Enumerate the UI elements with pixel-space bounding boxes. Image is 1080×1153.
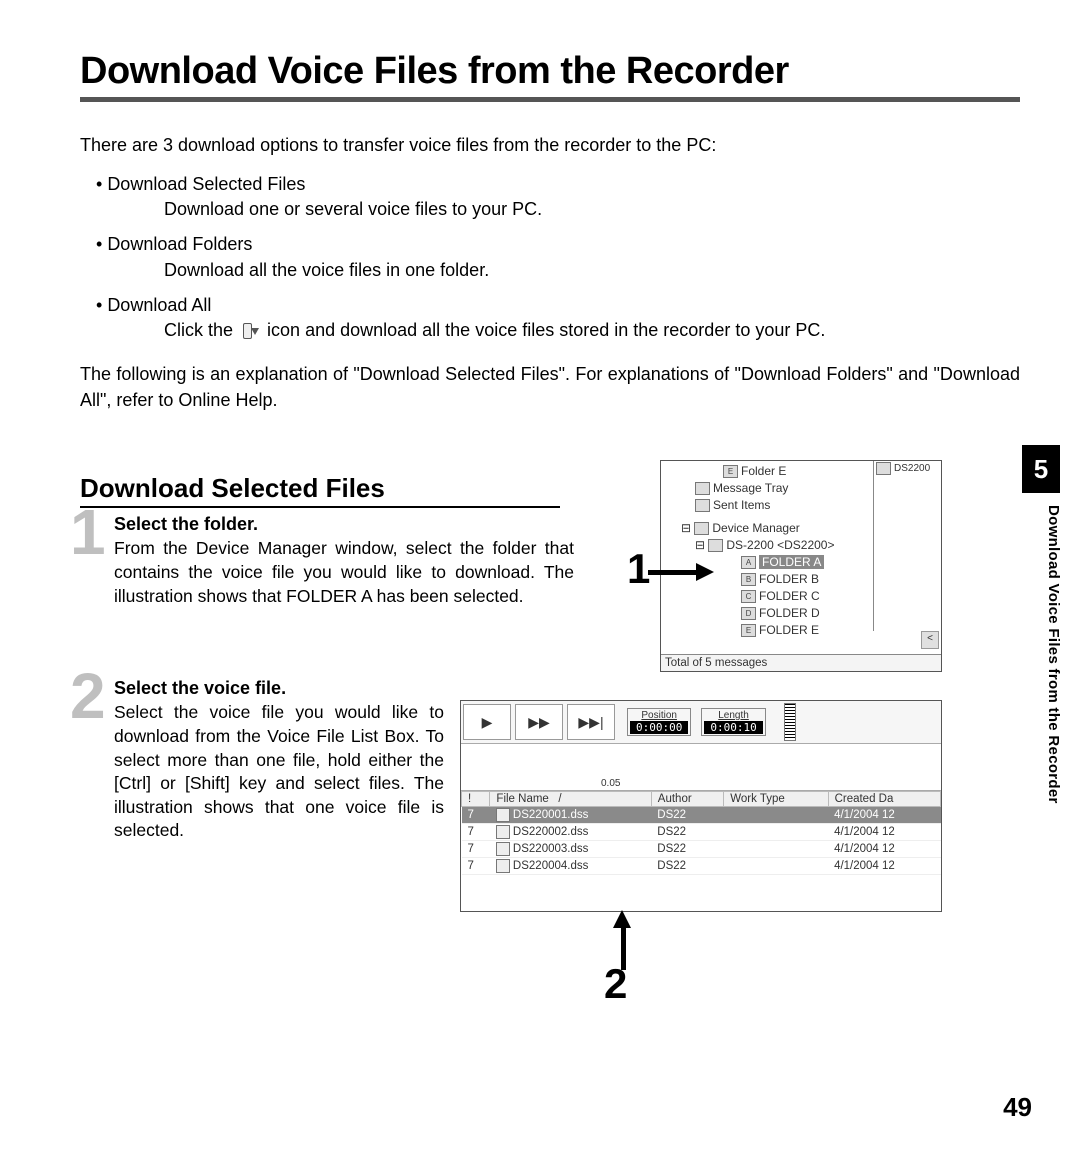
cell-priority: 7 xyxy=(462,858,490,875)
cell-created: 4/1/2004 12 xyxy=(828,841,940,858)
option-selected-files: Download Selected Files Download one or … xyxy=(96,172,1020,222)
side-running-title: Download Voice Files from the Recorder xyxy=(1045,505,1062,804)
option-title: Download Folders xyxy=(96,234,252,254)
step-text: Select the voice file you would like to … xyxy=(114,701,444,843)
option-title: Download All xyxy=(96,295,211,315)
option-folders: Download Folders Download all the voice … xyxy=(96,232,1020,282)
folder-icon: D xyxy=(741,607,756,620)
page-number: 49 xyxy=(1003,1092,1032,1123)
cell-author: DS22 xyxy=(651,841,723,858)
step-title: Select the folder. xyxy=(114,514,1020,535)
download-all-icon xyxy=(242,323,258,339)
cell-filename: DS220003.dss xyxy=(490,841,651,858)
intro-text: There are 3 download options to transfer… xyxy=(80,132,1020,158)
section-divider xyxy=(80,506,560,508)
step-title: Select the voice file. xyxy=(114,678,1020,699)
cell-worktype xyxy=(724,841,828,858)
audio-file-icon xyxy=(496,842,510,856)
sent-icon xyxy=(695,499,710,512)
table-row[interactable]: 7 DS220003.dss DS22 4/1/2004 12 xyxy=(462,841,941,858)
cell-worktype xyxy=(724,858,828,875)
scroll-left-button[interactable]: < xyxy=(921,631,939,649)
step-2: 2 Select the voice file. Select the voic… xyxy=(80,678,1020,843)
page-title: Download Voice Files from the Recorder xyxy=(80,50,1020,93)
tree-label: Sent Items xyxy=(713,498,770,512)
right-pane-label: DS2200 xyxy=(894,463,930,474)
options-list: Download Selected Files Download one or … xyxy=(80,172,1020,343)
status-bar: Total of 5 messages xyxy=(661,654,941,671)
cell-created: 4/1/2004 12 xyxy=(828,858,940,875)
cell-priority: 7 xyxy=(462,841,490,858)
desc-pre: Click the xyxy=(164,320,238,340)
title-divider xyxy=(80,97,1020,102)
tree-label: FOLDER E xyxy=(759,623,819,637)
tree-label: Message Tray xyxy=(713,481,788,495)
folder-icon: E xyxy=(741,624,756,637)
callout-2: 2 xyxy=(604,960,627,1008)
explanation-text: The following is an explanation of "Down… xyxy=(80,361,1020,413)
folder-icon: E xyxy=(723,465,738,478)
option-all: Download All Click the icon and download… xyxy=(96,293,1020,343)
chapter-tab: 5 xyxy=(1022,445,1060,493)
step-text: From the Device Manager window, select t… xyxy=(114,537,574,608)
option-desc: Download one or several voice files to y… xyxy=(96,197,1020,222)
tray-icon xyxy=(695,482,710,495)
cell-author: DS22 xyxy=(651,858,723,875)
tree-label: Folder E xyxy=(741,464,786,478)
option-desc: Click the icon and download all the voic… xyxy=(96,318,1020,343)
option-title: Download Selected Files xyxy=(96,174,305,194)
desc-post: icon and download all the voice files st… xyxy=(267,320,825,340)
cell-filename: DS220004.dss xyxy=(490,858,651,875)
step-1: 1 Select the folder. From the Device Man… xyxy=(80,514,1020,608)
option-desc: Download all the voice files in one fold… xyxy=(96,258,1020,283)
file-icon xyxy=(876,462,891,475)
audio-file-icon xyxy=(496,859,510,873)
table-row[interactable]: 7 DS220004.dss DS22 4/1/2004 12 xyxy=(462,858,941,875)
